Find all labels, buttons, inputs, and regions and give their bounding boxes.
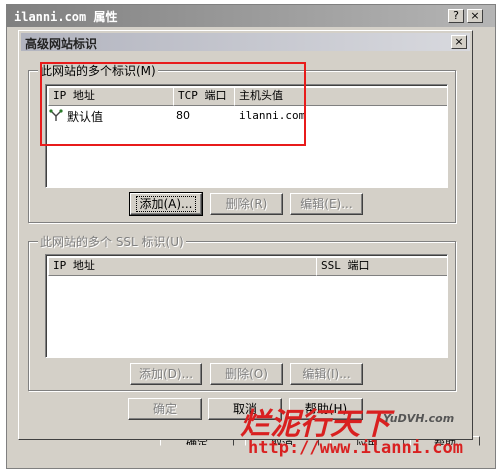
ssl-remove-button[interactable]: 删除(O) <box>210 363 283 385</box>
ssl-identities-listview[interactable]: IP 地址 SSL 端口 <box>45 254 448 358</box>
ssl-add-button[interactable]: 添加(D)... <box>130 363 202 385</box>
outer-close-button[interactable]: × <box>467 9 483 23</box>
ssl-identities-group-label: 此网站的多个 SSL 标识(U) <box>38 233 186 250</box>
outer-help-button[interactable]: ? <box>448 9 464 23</box>
identity-edit-button[interactable]: 编辑(E)... <box>290 193 363 215</box>
ssl-column-header-port[interactable]: SSL 端口 <box>316 257 447 276</box>
identity-add-label: 添加(A)... <box>136 196 196 212</box>
identity-remove-button[interactable]: 删除(R) <box>210 193 283 215</box>
watermark-logo-text: 烂泥行天下 <box>240 407 395 442</box>
identity-add-button[interactable]: 添加(A)... <box>129 192 203 216</box>
watermark-url: http://www.ilanni.com <box>248 438 463 458</box>
annotation-highlight-box <box>40 62 306 146</box>
ssl-column-header-ip[interactable]: IP 地址 <box>48 257 322 276</box>
ssl-edit-button[interactable]: 编辑(I)... <box>290 363 363 385</box>
watermark-site-text: YuDVH.com <box>383 412 455 425</box>
dialog-title: 高级网站标识 <box>25 37 98 51</box>
dialog-close-button[interactable]: × <box>451 35 467 49</box>
ok-button[interactable]: 确定 <box>128 398 202 420</box>
outer-window-title: ilanni.com 属性 <box>14 10 118 24</box>
